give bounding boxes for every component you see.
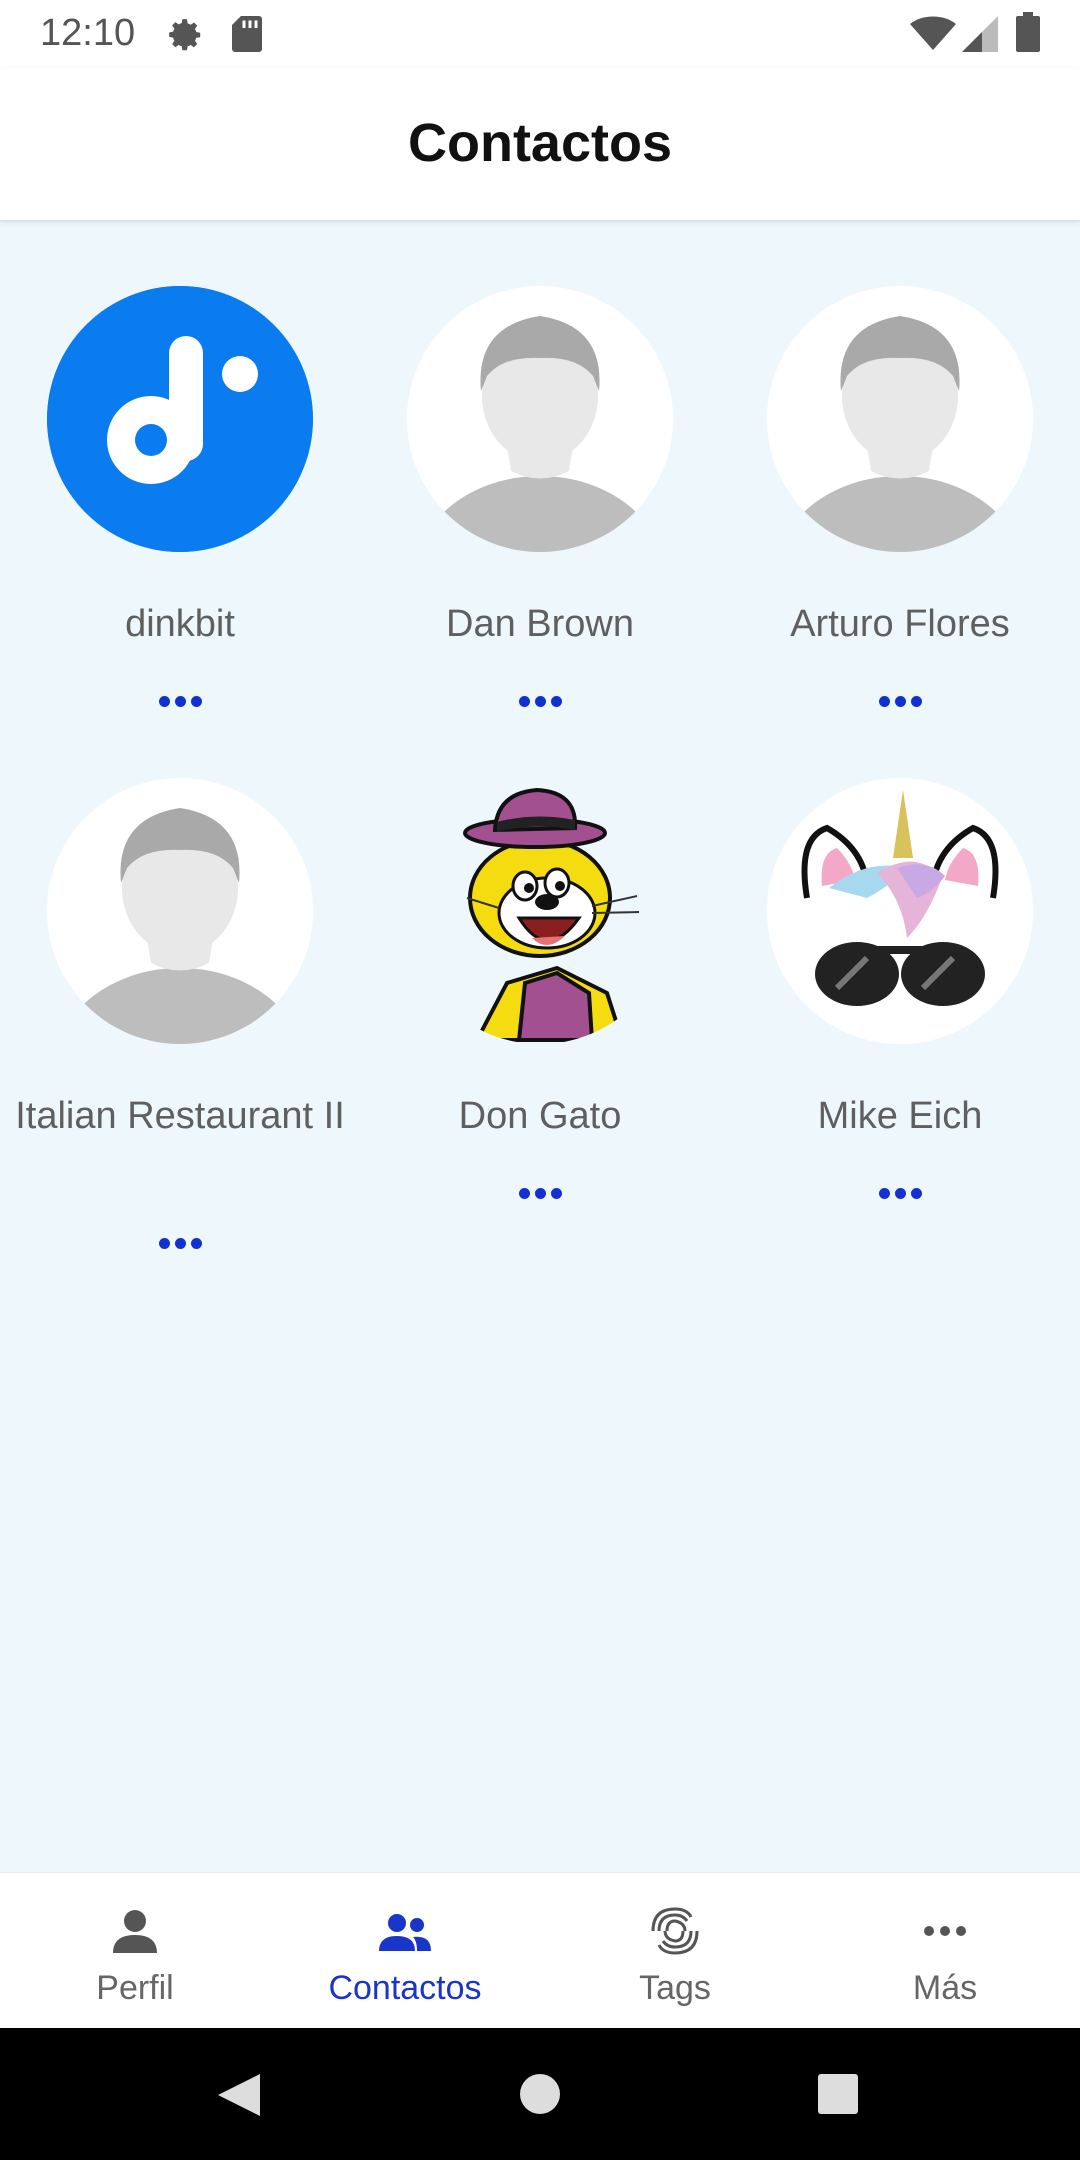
contact-name: dinkbit: [125, 603, 235, 645]
status-time: 12:10: [40, 12, 136, 54]
wifi-icon: [910, 16, 956, 57]
link-icon: [645, 1901, 705, 1961]
battery-icon: [1016, 12, 1040, 57]
default-person-icon: [407, 286, 673, 552]
nav-item-mas[interactable]: Más: [810, 1873, 1080, 2029]
contact-name: Italian Restaurant II: [15, 1095, 345, 1137]
nav-item-tags[interactable]: Tags: [540, 1873, 810, 2029]
more-horizontal-icon: [915, 1901, 975, 1961]
cartoon-cat-icon: [463, 787, 640, 1042]
people-icon: [375, 1901, 435, 1961]
home-icon[interactable]: [520, 2074, 560, 2114]
nav-label: Más: [912, 1969, 978, 2007]
more-options-icon[interactable]: [870, 1178, 930, 1208]
contact-name: Don Gato: [458, 1095, 622, 1137]
gear-icon: [166, 16, 204, 59]
more-options-icon[interactable]: [150, 1228, 210, 1258]
nav-label: Perfil: [96, 1969, 174, 2007]
nav-label: Tags: [639, 1969, 711, 2007]
dinkbit-logo-icon: [47, 286, 313, 552]
avatar[interactable]: [47, 286, 313, 552]
avatar[interactable]: [767, 778, 1033, 1044]
nav-item-perfil[interactable]: Perfil: [0, 1873, 270, 2029]
recents-icon[interactable]: [818, 2074, 858, 2114]
contact-name: Dan Brown: [446, 603, 634, 645]
back-icon[interactable]: [216, 2072, 262, 2118]
default-person-icon: [47, 778, 313, 1044]
bottom-navigation: Perfil Contactos Tags Más: [0, 1872, 1080, 2029]
nav-label: Contactos: [328, 1969, 482, 2007]
signal-icon: [962, 16, 998, 57]
more-options-icon[interactable]: [510, 686, 570, 716]
system-navigation-bar: [0, 2028, 1080, 2160]
more-options-icon[interactable]: [510, 1178, 570, 1208]
avatar[interactable]: [407, 778, 673, 1044]
person-icon: [105, 1901, 165, 1961]
page-title: Contactos: [407, 113, 672, 173]
status-bar: 12:10: [0, 0, 1080, 68]
unicorn-sunglasses-icon: [767, 778, 1033, 1044]
sd-card-icon: [232, 16, 262, 57]
nav-item-contactos[interactable]: Contactos: [270, 1873, 540, 2029]
app-bar: Contactos: [0, 68, 1080, 222]
avatar[interactable]: [767, 286, 1033, 552]
contact-name: Mike Eich: [817, 1095, 983, 1137]
more-options-icon[interactable]: [870, 686, 930, 716]
avatar[interactable]: [47, 778, 313, 1044]
contact-name: Arturo Flores: [790, 603, 1010, 645]
more-options-icon[interactable]: [150, 686, 210, 716]
avatar[interactable]: [407, 286, 673, 552]
default-person-icon: [767, 286, 1033, 552]
